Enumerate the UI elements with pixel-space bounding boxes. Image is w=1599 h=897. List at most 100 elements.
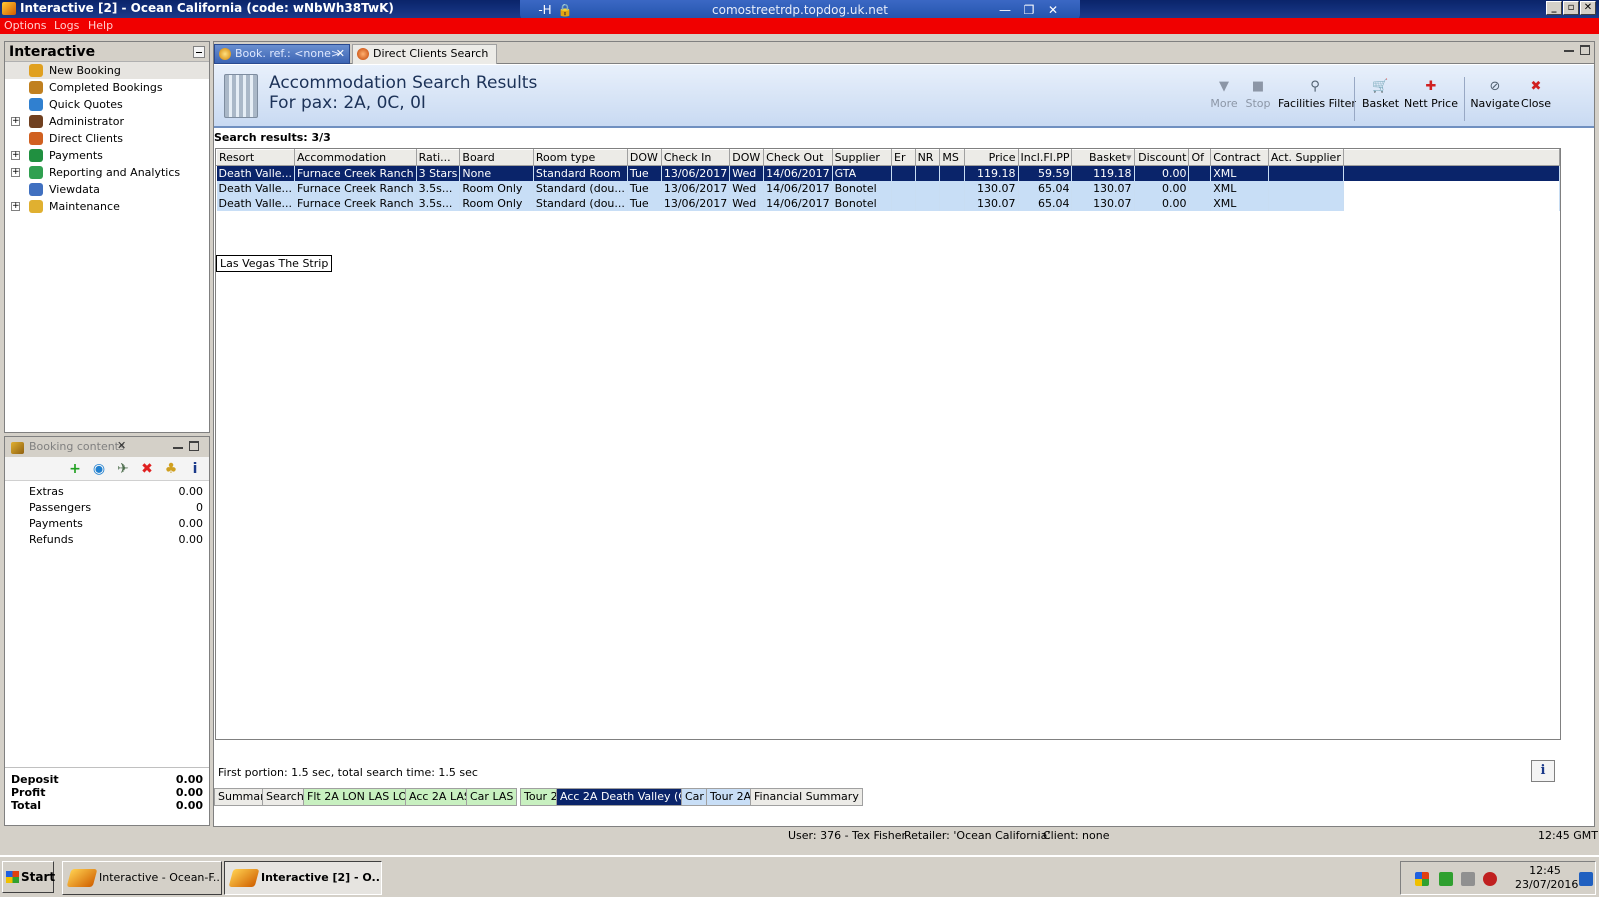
network-icon[interactable]	[1415, 872, 1429, 886]
itinerary-tab-tour-2a[interactable]: Tour 2A	[706, 788, 756, 806]
table-row[interactable]: Death Valle... Furnace Creek Ranch 3.5s...…	[216, 180, 1560, 196]
clock[interactable]: 12:45 23/07/2016	[1515, 864, 1578, 892]
window-close-button[interactable]: ✕	[1580, 1, 1596, 15]
column-header-act-supplier[interactable]: Act. Supplier	[1267, 149, 1344, 166]
palm-icon[interactable]: ♣	[163, 461, 179, 477]
minimize-button[interactable]: _	[1546, 1, 1562, 15]
sidebar-item-maintenance[interactable]: + Maintenance	[5, 198, 209, 215]
taskbar-item-interactive-2[interactable]: Interactive [2] - O...	[224, 861, 382, 895]
search-results-count: Search results: 3/3	[214, 131, 331, 144]
sidebar-item-viewdata[interactable]: Viewdata	[5, 181, 209, 198]
itinerary-tab-financial-summary[interactable]: Financial Summary	[750, 788, 863, 806]
column-header-board[interactable]: Board	[459, 149, 534, 166]
column-header-nr[interactable]: NR	[914, 149, 941, 166]
column-header-label: Basket	[1088, 151, 1127, 164]
total-value: 0.00	[175, 786, 203, 799]
facilities-filter-button[interactable]: ⚲ Facilities Filter	[1278, 79, 1356, 110]
expand-icon[interactable]: +	[11, 117, 20, 126]
menu-bar: Options Logs Help	[0, 18, 1599, 34]
column-header-label: Rati...	[418, 151, 451, 164]
column-header-label: NR	[917, 151, 934, 164]
itinerary-tab-acc-2a-death-valley-ca[interactable]: Acc 2A Death Valley (CA)	[556, 788, 702, 806]
column-header-room-type[interactable]: Room type	[532, 149, 628, 166]
itinerary-tab-flt-2a-lon-las-lon[interactable]: Flt 2A LON LAS LON	[303, 788, 420, 806]
delete-icon[interactable]: ✖	[139, 461, 155, 477]
booking-minimize-icon[interactable]	[173, 441, 183, 449]
column-header-supplier[interactable]: Supplier	[831, 149, 893, 166]
more-button[interactable]: ▼ More	[1210, 79, 1238, 110]
itinerary-tab-acc-2a-las[interactable]: Acc 2A LAS	[405, 788, 475, 806]
battery-icon[interactable]	[1439, 872, 1453, 886]
expand-icon[interactable]: +	[11, 168, 20, 177]
restore-button[interactable]: ▫	[1563, 1, 1579, 15]
itinerary-tab-car-las[interactable]: Car LAS	[466, 788, 518, 806]
table-cell: Standard Room	[533, 165, 628, 181]
booking-row-payments: Payments 0.00	[5, 516, 209, 532]
column-header-price[interactable]: Price	[964, 149, 1019, 166]
navigate-button[interactable]: ⊘ Navigate	[1470, 79, 1520, 110]
volume-muted-icon[interactable]	[1483, 872, 1497, 886]
expand-icon[interactable]: +	[11, 151, 20, 160]
nett-price-button[interactable]: ✚ Nett Price	[1404, 79, 1458, 110]
nav-tree: New Booking Completed Bookings Quick Quote…	[5, 62, 209, 215]
sidebar-item-completed-bookings[interactable]: Completed Bookings	[5, 79, 209, 96]
column-header-accommodation[interactable]: Accommodation	[294, 149, 417, 166]
column-header-check-out[interactable]: Check Out	[763, 149, 833, 166]
rdp-restore-icon[interactable]: ❐	[1020, 2, 1038, 18]
column-header-dow[interactable]: DOW	[626, 149, 662, 166]
column-header-dow[interactable]: DOW	[729, 149, 765, 166]
table-cell: 0.00	[1134, 195, 1190, 211]
column-header-ms[interactable]: MS	[939, 149, 966, 166]
table-row[interactable]: Death Valle... Furnace Creek Ranch 3 Stars…	[216, 165, 1560, 181]
filter-icon: ⚲	[1310, 79, 1320, 94]
desktop-icon[interactable]	[1579, 872, 1593, 886]
menu-options[interactable]: Options	[4, 19, 46, 32]
info-button[interactable]: i	[1531, 760, 1555, 782]
booking-maximize-icon[interactable]	[189, 441, 199, 451]
sidebar-item-quick-quotes[interactable]: Quick Quotes	[5, 96, 209, 113]
add-icon[interactable]: +	[67, 461, 83, 477]
table-cell: 130.07	[964, 180, 1019, 196]
taskbar-item-interactive-ocean[interactable]: Interactive - Ocean-F...	[62, 861, 222, 895]
sidebar-item-payments[interactable]: + Payments	[5, 147, 209, 164]
stop-button[interactable]: ■ Stop	[1244, 79, 1272, 110]
column-header-check-in[interactable]: Check In	[660, 149, 731, 166]
expand-icon[interactable]: +	[11, 202, 20, 211]
column-header-er[interactable]: Er	[891, 149, 916, 166]
column-header-incl-fl-pp[interactable]: Incl.Fl.PP	[1017, 149, 1073, 166]
main-maximize-icon[interactable]	[1580, 45, 1590, 55]
monitor-icon[interactable]	[1461, 872, 1475, 886]
menu-logs[interactable]: Logs	[54, 19, 79, 32]
main-minimize-icon[interactable]	[1564, 46, 1574, 52]
itinerary-tab-search[interactable]: Search	[262, 788, 308, 806]
column-header-resort[interactable]: Resort	[216, 149, 296, 166]
close-button[interactable]: ✖ Close	[1520, 79, 1552, 110]
tab-direct-clients-search[interactable]: Direct Clients Search	[352, 44, 498, 64]
sidebar-item-administrator[interactable]: + Administrator	[5, 113, 209, 130]
column-header-rati[interactable]: Rati...	[415, 149, 461, 166]
sidebar-item-new-booking[interactable]: New Booking	[5, 62, 209, 79]
globe-icon[interactable]: ◉	[91, 461, 107, 477]
viewdata-icon	[29, 183, 43, 196]
booking-tab-close-icon[interactable]: ✕	[117, 439, 126, 452]
sidebar-item-direct-clients[interactable]: Direct Clients	[5, 130, 209, 147]
start-button[interactable]: Start	[2, 861, 55, 893]
column-header-discount[interactable]: Discount	[1133, 149, 1190, 166]
rdp-close-icon[interactable]: ✕	[1044, 2, 1062, 18]
rdp-minimize-icon[interactable]: —	[996, 2, 1014, 18]
tab-booking-ref[interactable]: Book. ref.: <none> ✕	[214, 44, 350, 64]
palm-tree-icon	[29, 64, 43, 77]
nav-collapse-button[interactable]	[193, 46, 205, 58]
menu-help[interactable]: Help	[88, 19, 113, 32]
tab-close-icon[interactable]: ✕	[336, 45, 345, 63]
info-icon[interactable]: i	[187, 461, 203, 477]
table-cell: Room Only	[459, 195, 534, 211]
itinerary-tab-car[interactable]: Car	[681, 788, 708, 806]
column-header-contract[interactable]: Contract	[1210, 149, 1269, 166]
sidebar-item-reporting-and-analytics[interactable]: + Reporting and Analytics	[5, 164, 209, 181]
column-header-of[interactable]: Of	[1188, 149, 1212, 166]
column-header-basket[interactable]: Basket▾	[1071, 149, 1135, 166]
flight-icon[interactable]: ✈	[115, 461, 131, 477]
basket-button[interactable]: 🛒 Basket	[1362, 79, 1399, 110]
table-row[interactable]: Death Valle... Furnace Creek Ranch 3.5s...…	[216, 195, 1560, 211]
